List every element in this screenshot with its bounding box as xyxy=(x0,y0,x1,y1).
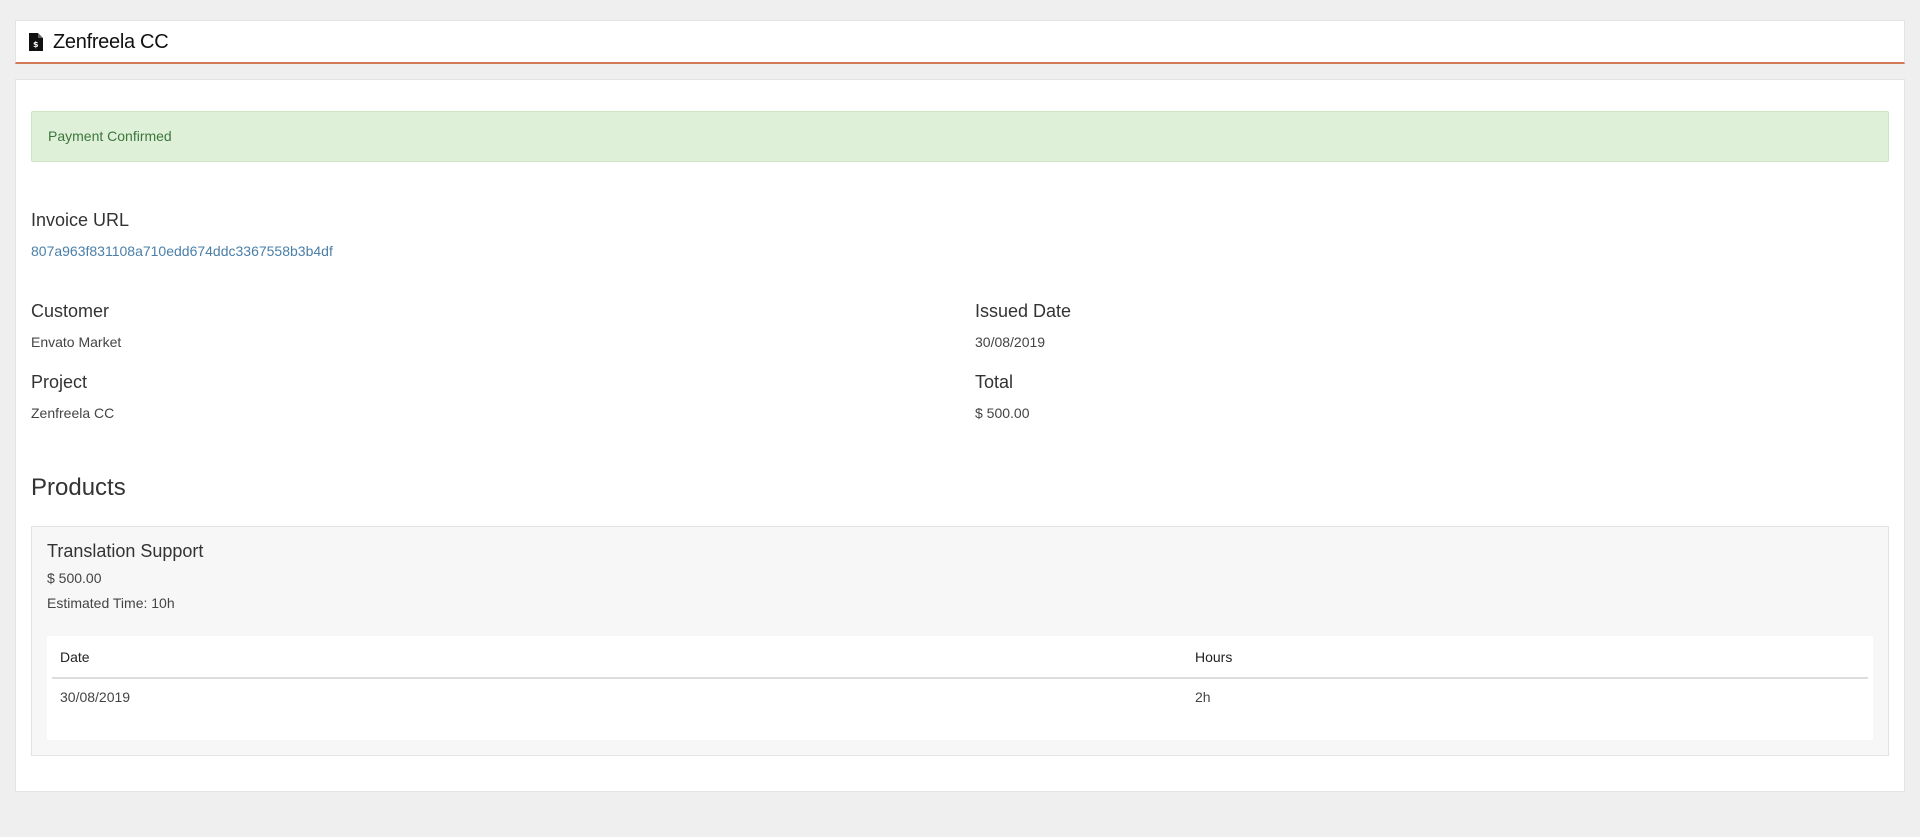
product-price: $ 500.00 xyxy=(47,570,102,586)
invoice-url-link[interactable]: 807a963f831108a710edd674ddc3367558b3b4df xyxy=(31,242,333,260)
total-value: $ 500.00 xyxy=(975,405,1030,421)
svg-text:$: $ xyxy=(33,40,39,49)
time-entries-table-container: Date Hours 30/08/2019 2h xyxy=(47,636,1873,740)
issued-date-value: 30/08/2019 xyxy=(975,334,1046,350)
project-value: Zenfreela CC xyxy=(31,405,115,421)
payment-status-alert: Payment Confirmed xyxy=(31,111,1889,162)
entry-date-cell: 30/08/2019 xyxy=(60,689,131,705)
page-header: $ Zenfreela CC xyxy=(15,20,1905,64)
table-row: 30/08/2019 2h xyxy=(52,678,1868,715)
product-card: Translation Support $ 500.00 Estimated T… xyxy=(31,526,1889,756)
table-header-row: Date Hours xyxy=(52,636,1868,679)
customer-value: Envato Market xyxy=(31,334,122,350)
issued-date-label: Issued Date xyxy=(975,301,1072,321)
products-heading: Products xyxy=(31,474,126,501)
customer-label: Customer xyxy=(31,301,110,321)
entry-hours-cell: 2h xyxy=(1195,689,1211,705)
invoice-panel: Payment Confirmed Invoice URL 807a963f83… xyxy=(15,79,1905,792)
product-estimated-time: Estimated Time: 10h xyxy=(47,595,175,611)
invoice-url-label: Invoice URL xyxy=(31,210,130,230)
project-label: Project xyxy=(31,372,88,392)
total-label: Total xyxy=(975,372,1014,392)
column-header-date: Date xyxy=(52,636,1187,679)
column-header-hours: Hours xyxy=(1187,636,1868,679)
invoice-document-icon: $ xyxy=(29,33,43,51)
page-title: Zenfreela CC xyxy=(53,31,169,53)
time-entries-table: Date Hours 30/08/2019 2h xyxy=(52,636,1868,715)
product-name: Translation Support xyxy=(47,541,204,561)
